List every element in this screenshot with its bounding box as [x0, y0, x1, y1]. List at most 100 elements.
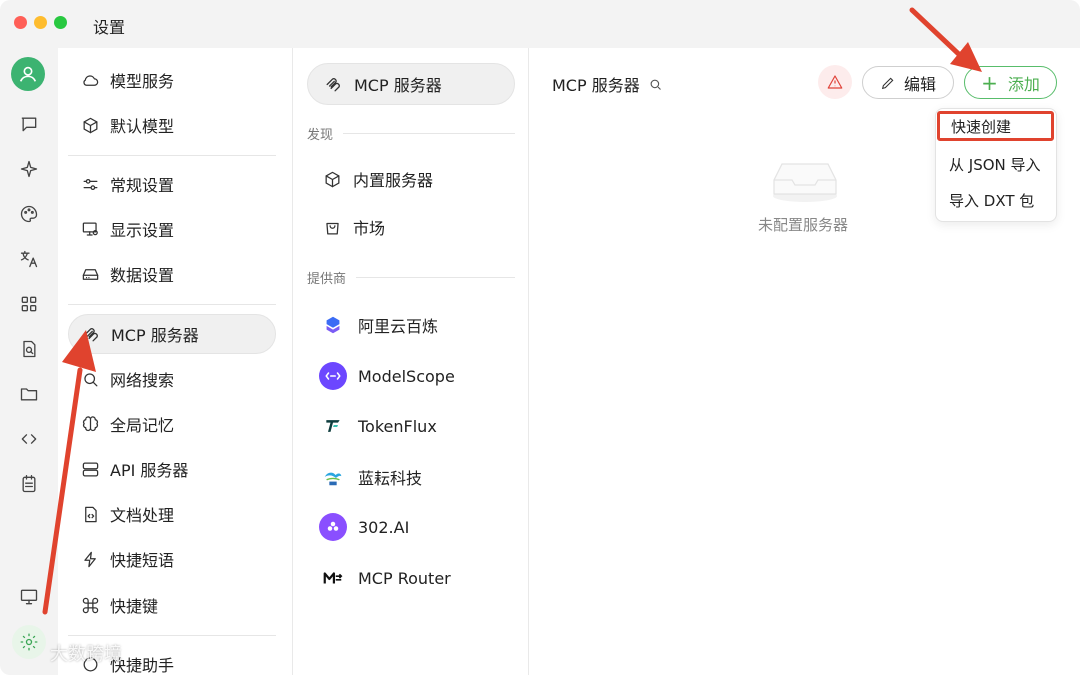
- search-icon[interactable]: [648, 77, 663, 92]
- drive-icon: [80, 264, 100, 284]
- provider-tokenflux[interactable]: TokenFlux: [307, 405, 515, 447]
- discover-label: 发现: [307, 128, 334, 143]
- nav-item-doc-processing[interactable]: 文档处理: [68, 494, 276, 534]
- nav-item-display[interactable]: 显示设置: [68, 209, 276, 249]
- plus-icon: +: [981, 70, 998, 95]
- rail-sparkle[interactable]: [14, 154, 44, 184]
- provider-label: TokenFlux: [358, 416, 437, 436]
- nav-label: 快捷短语: [110, 551, 175, 570]
- rail-apps[interactable]: [14, 289, 44, 319]
- tokenflux-logo-icon: [319, 412, 347, 440]
- modelscope-logo-icon: [319, 362, 347, 390]
- provider-mcp-router[interactable]: MCP Router: [307, 557, 515, 599]
- menu-item-import-json[interactable]: 从 JSON 导入: [940, 149, 1052, 179]
- grid-icon: [21, 296, 37, 312]
- nav-label: 常规设置: [110, 176, 175, 195]
- rail-translate[interactable]: [14, 244, 44, 274]
- nav-item-mcp-servers[interactable]: MCP 服务器: [68, 314, 276, 354]
- rail-palette[interactable]: [14, 199, 44, 229]
- nav-item-shortcuts[interactable]: 快捷键: [68, 585, 276, 625]
- zoom-window-button[interactable]: [54, 16, 67, 29]
- cloud-icon: [80, 70, 100, 90]
- nav-divider: [68, 155, 276, 156]
- builtin-servers-label: 内置服务器: [353, 171, 434, 190]
- main-panel: MCP 服务器 编辑 + 添加 快速创建 从 JSON 导入 导入 DXT 包 …: [530, 48, 1080, 675]
- minimize-window-button[interactable]: [34, 16, 47, 29]
- user-icon: [19, 66, 37, 82]
- translate-icon: [20, 250, 38, 268]
- avatar[interactable]: [11, 57, 45, 91]
- palette-icon: [20, 205, 38, 223]
- nav-label: 默认模型: [110, 117, 175, 136]
- title-bar: 设置: [0, 0, 1080, 48]
- nav-item-memory[interactable]: 全局记忆: [68, 404, 276, 444]
- window-title: 设置: [93, 18, 126, 37]
- page-title-text: MCP 服务器: [552, 76, 640, 95]
- nav-divider: [68, 304, 276, 305]
- providers-section-label: 提供商: [307, 268, 515, 287]
- warning-triangle-icon: [827, 75, 843, 89]
- nav-item-web-search[interactable]: 网络搜索: [68, 359, 276, 399]
- mcp-servers-tab[interactable]: MCP 服务器: [307, 63, 515, 105]
- market-label: 市场: [353, 219, 386, 238]
- providers-label: 提供商: [307, 272, 347, 287]
- mcp-icon: [81, 324, 101, 344]
- nav-label: 文档处理: [110, 506, 175, 525]
- menu-item-quick-create[interactable]: 快速创建: [937, 111, 1054, 141]
- cube-icon: [80, 115, 100, 135]
- nav-item-api-server[interactable]: API 服务器: [68, 449, 276, 489]
- nav-label: API 服务器: [110, 461, 189, 480]
- warning-button[interactable]: [818, 65, 852, 99]
- provider-302ai[interactable]: 302.AI: [307, 506, 515, 548]
- watermark-text: 大数跨境: [50, 644, 122, 665]
- nav-label: 显示设置: [110, 221, 175, 240]
- monitor-icon: [20, 589, 38, 605]
- add-dropdown-menu: 快速创建 从 JSON 导入 导入 DXT 包: [935, 108, 1057, 222]
- nav-label: 数据设置: [110, 266, 175, 285]
- notepad-icon: [22, 475, 36, 493]
- mcp-icon: [322, 73, 344, 95]
- page-title: MCP 服务器: [552, 72, 663, 96]
- empty-inbox-icon: [773, 163, 837, 202]
- file-code-icon: [80, 504, 100, 524]
- menu-item-import-dxt[interactable]: 导入 DXT 包: [940, 185, 1052, 215]
- provider-modelscope[interactable]: ModelScope: [307, 355, 515, 397]
- command-key-icon: [80, 595, 100, 615]
- nav-item-data[interactable]: 数据设置: [68, 254, 276, 294]
- folder-icon: [20, 388, 38, 401]
- provider-lanyun[interactable]: 蓝耘科技: [307, 456, 515, 498]
- brain-icon: [80, 414, 100, 434]
- rail-notes[interactable]: [14, 469, 44, 499]
- nav-item-general[interactable]: 常规设置: [68, 164, 276, 204]
- rail-display[interactable]: [14, 582, 44, 612]
- provider-label: ModelScope: [358, 366, 455, 386]
- settings-nav: 模型服务 默认模型 常规设置 显示设置 数据设置 MCP 服务器 网络搜索 全局…: [58, 48, 293, 675]
- settings-window: 设置 模型服务 默认模型 常规设置 显示设置 数据设置 MCP 服务器 网络搜索…: [0, 0, 1080, 675]
- file-search-icon: [23, 340, 36, 358]
- provider-label: MCP Router: [358, 568, 451, 588]
- nav-label: MCP 服务器: [111, 326, 199, 345]
- edit-button[interactable]: 编辑: [862, 66, 954, 99]
- edit-button-label: 编辑: [903, 74, 936, 94]
- aliyun-logo-icon: [319, 311, 347, 339]
- rail-chat[interactable]: [14, 109, 44, 139]
- pencil-icon: [881, 77, 894, 89]
- nav-label: 全局记忆: [110, 416, 175, 435]
- nav-label: 网络搜索: [110, 371, 175, 390]
- mcp-column: MCP 服务器 发现 内置服务器 市场 提供商 阿里云百炼 ModelScope: [293, 48, 529, 675]
- provider-aliyun[interactable]: 阿里云百炼: [307, 304, 515, 346]
- nav-item-quick-phrases[interactable]: 快捷短语: [68, 539, 276, 579]
- add-button[interactable]: + 添加: [964, 66, 1057, 99]
- nav-item-model-service[interactable]: 模型服务: [68, 60, 276, 100]
- nav-item-default-model[interactable]: 默认模型: [68, 105, 276, 145]
- mcp-servers-tab-label: MCP 服务器: [354, 76, 442, 95]
- empty-state-text: 未配置服务器: [758, 216, 849, 234]
- rail-code[interactable]: [14, 424, 44, 454]
- rail-file-search[interactable]: [14, 334, 44, 364]
- market-item[interactable]: 市场: [307, 206, 515, 248]
- provider-label: 蓝耘科技: [358, 469, 423, 488]
- close-window-button[interactable]: [14, 16, 27, 29]
- mcp-router-logo-icon: [319, 564, 347, 592]
- builtin-servers-item[interactable]: 内置服务器: [307, 158, 515, 200]
- rail-folder[interactable]: [14, 379, 44, 409]
